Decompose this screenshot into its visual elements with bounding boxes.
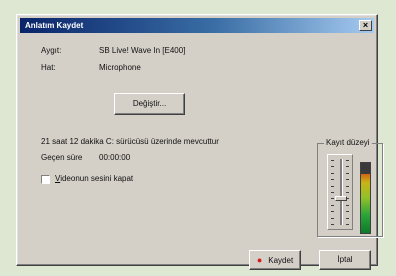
slider-tick <box>346 160 349 161</box>
input-label: Hat: <box>41 63 56 72</box>
slider-tick <box>346 172 349 174</box>
slider-tick <box>331 172 334 174</box>
record-level-slider[interactable] <box>327 154 353 230</box>
slider-tick <box>346 224 349 225</box>
level-meter-empty <box>361 163 370 174</box>
slider-rail <box>340 159 343 225</box>
record-level-title: Kayıt düzeyi <box>324 138 372 147</box>
close-icon: × <box>362 20 369 30</box>
slider-tick <box>346 211 349 213</box>
record-button[interactable]: ● Kaydet <box>249 250 301 270</box>
device-label: Aygıt: <box>41 46 62 55</box>
slider-tick <box>331 166 334 168</box>
cancel-button-label: İptal <box>337 255 353 264</box>
slider-tick <box>331 204 334 206</box>
slider-tick <box>331 198 334 200</box>
elapsed-value: 00:00:00 <box>99 153 131 162</box>
record-dot-icon: ● <box>256 255 263 265</box>
slider-tick <box>331 179 334 181</box>
cancel-button[interactable]: İptal <box>319 250 371 270</box>
window-title: Anlatım Kaydet <box>25 21 84 30</box>
slider-tick <box>346 192 349 193</box>
slider-tick <box>346 217 349 219</box>
title-bar[interactable]: Anlatım Kaydet × <box>20 18 374 33</box>
slider-thumb[interactable] <box>335 196 347 202</box>
mute-video-label: Videonun sesini kapat <box>55 174 134 183</box>
slider-tick <box>331 192 334 193</box>
change-button-label: Değiştir... <box>132 99 167 108</box>
change-button[interactable]: Değiştir... <box>114 93 185 115</box>
device-value: SB Live! Wave In [E400] <box>99 46 186 55</box>
mute-video-checkbox[interactable] <box>41 175 50 184</box>
slider-tick <box>346 185 349 187</box>
slider-tick <box>346 166 349 168</box>
record-button-label: Kaydet <box>268 256 294 265</box>
input-value: Microphone <box>99 63 141 72</box>
slider-tick <box>331 217 334 219</box>
free-space-text: 21 saat 12 dakika C: sürücüsü üzerinde m… <box>41 137 219 146</box>
level-meter <box>360 162 371 234</box>
elapsed-label: Geçen süre <box>41 153 83 162</box>
slider-tick <box>346 179 349 181</box>
slider-tick <box>346 204 349 206</box>
slider-tick <box>331 185 334 187</box>
slider-tick <box>331 224 334 225</box>
record-level-group: Kayıt düzeyi <box>317 138 383 237</box>
elapsed-row: Geçen süre 00:00:00 <box>41 153 130 162</box>
record-narration-dialog: Anlatım Kaydet × Aygıt: SB Live! Wave In… <box>16 14 383 270</box>
slider-tick <box>331 160 334 161</box>
close-button[interactable]: × <box>359 20 372 31</box>
slider-tick <box>331 211 334 213</box>
